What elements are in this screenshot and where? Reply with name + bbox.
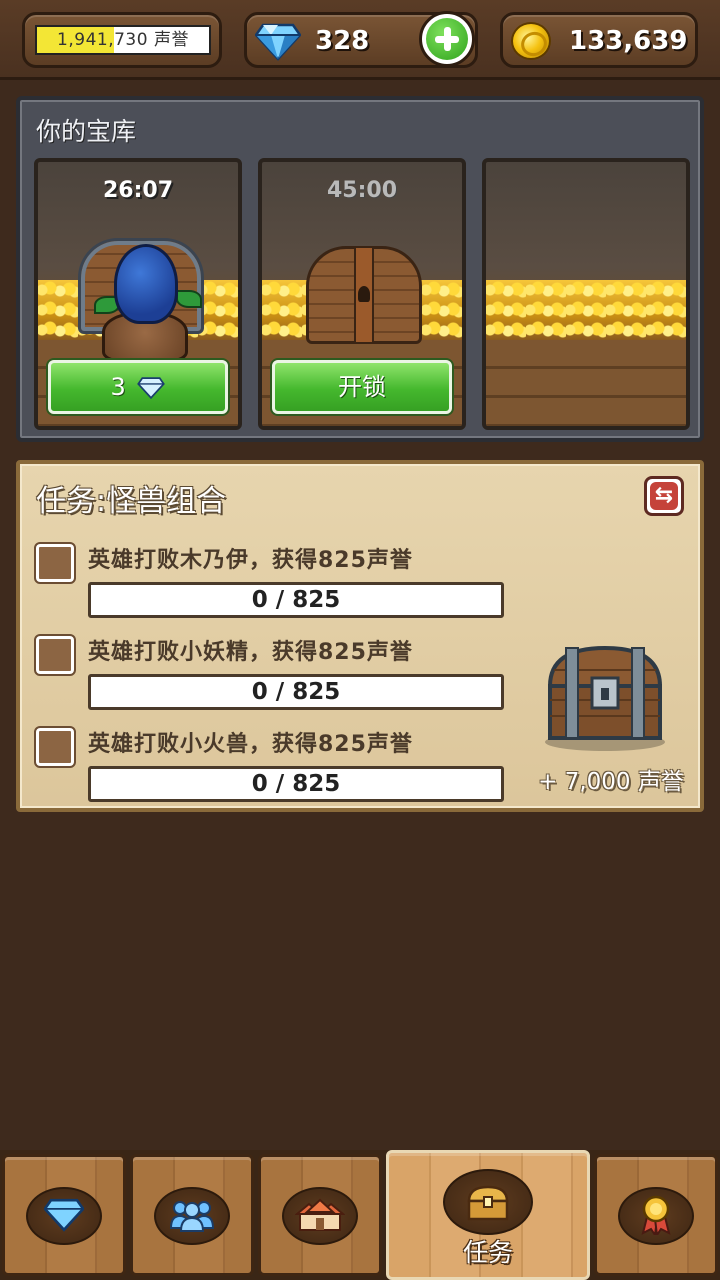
gold-pile xyxy=(486,280,686,340)
keyhole-icon xyxy=(358,286,370,302)
unlock-button[interactable]: 开锁 xyxy=(272,360,452,414)
gem-icon xyxy=(44,1198,84,1232)
task-progress: 0 / 825 xyxy=(88,766,504,802)
gold-coin-icon xyxy=(511,22,551,60)
task-description: 英雄打败木乃伊，获得825声誉 xyxy=(88,548,413,573)
nav-village[interactable] xyxy=(258,1154,382,1276)
monster-icon xyxy=(114,244,178,324)
task-progress: 0 / 825 xyxy=(88,582,504,618)
gold-count: 133,639 xyxy=(569,26,688,56)
task-checkbox xyxy=(34,634,76,676)
leaf-icon xyxy=(176,290,202,308)
vault-panel: 你的宝库 26:07 3 45:00 开锁 xyxy=(16,96,704,442)
task-description: 英雄打败小火兽，获得825声誉 xyxy=(88,732,413,757)
vault-slot-2[interactable]: 45:00 开锁 xyxy=(258,158,466,430)
vault-slot-1[interactable]: 26:07 3 xyxy=(34,158,242,430)
vault-title: 你的宝库 xyxy=(36,117,137,146)
heroes-icon xyxy=(169,1201,215,1232)
speed-up-button[interactable]: 3 xyxy=(48,360,228,414)
fame-progress-bar: 1,941,730 声誉 xyxy=(35,25,211,55)
nav-heroes[interactable] xyxy=(130,1154,254,1276)
task-row: 英雄打败木乃伊，获得825声誉 0 / 825 xyxy=(34,536,506,618)
slot-timer: 45:00 xyxy=(326,178,398,203)
fame-counter[interactable]: 1,941,730 声誉 xyxy=(22,12,222,68)
nav-achievements[interactable] xyxy=(594,1154,718,1276)
slot-timer: 26:07 xyxy=(102,178,174,203)
treasure-chest-icon xyxy=(467,1185,509,1221)
mission-title: 任务:怪兽组合 xyxy=(36,484,227,519)
vault-slot-3-empty xyxy=(482,158,690,430)
gem-icon xyxy=(255,23,301,61)
gem-icon xyxy=(137,377,166,399)
village-icon xyxy=(295,1198,345,1231)
top-bar: 1,941,730 声誉 328 133,639 xyxy=(0,0,720,80)
mission-panel: 任务:怪兽组合 ⇆ 英雄打败木乃伊，获得825声誉 0 / 825 英雄打败小妖… xyxy=(16,460,704,812)
medal-icon xyxy=(641,1195,671,1235)
reward-chest-icon xyxy=(545,645,665,751)
reward-amount: + 7,000 声誉 xyxy=(538,769,684,795)
task-description: 英雄打败小妖精，获得825声誉 xyxy=(88,640,413,665)
task-checkbox xyxy=(34,542,76,584)
fame-value: 1,941,730 声誉 xyxy=(57,30,189,50)
gold-counter[interactable]: 133,639 xyxy=(500,12,698,68)
swap-icon: ⇆ xyxy=(654,483,674,508)
add-gems-button[interactable] xyxy=(419,11,475,67)
task-progress: 0 / 825 xyxy=(88,674,504,710)
nav-label-missions: 任务 xyxy=(462,1238,513,1267)
task-row: 英雄打败小妖精，获得825声誉 0 / 825 xyxy=(34,628,506,710)
gem-count: 328 xyxy=(315,26,370,56)
gem-counter[interactable]: 328 xyxy=(244,11,478,68)
task-checkbox xyxy=(34,726,76,768)
nav-missions[interactable]: 任务 xyxy=(386,1150,590,1280)
bottom-nav: 任务 xyxy=(0,1150,720,1280)
nav-shop[interactable] xyxy=(2,1154,126,1276)
task-row: 英雄打败小火兽，获得825声誉 0 / 825 xyxy=(34,720,506,802)
swap-mission-button[interactable]: ⇆ xyxy=(644,476,684,516)
